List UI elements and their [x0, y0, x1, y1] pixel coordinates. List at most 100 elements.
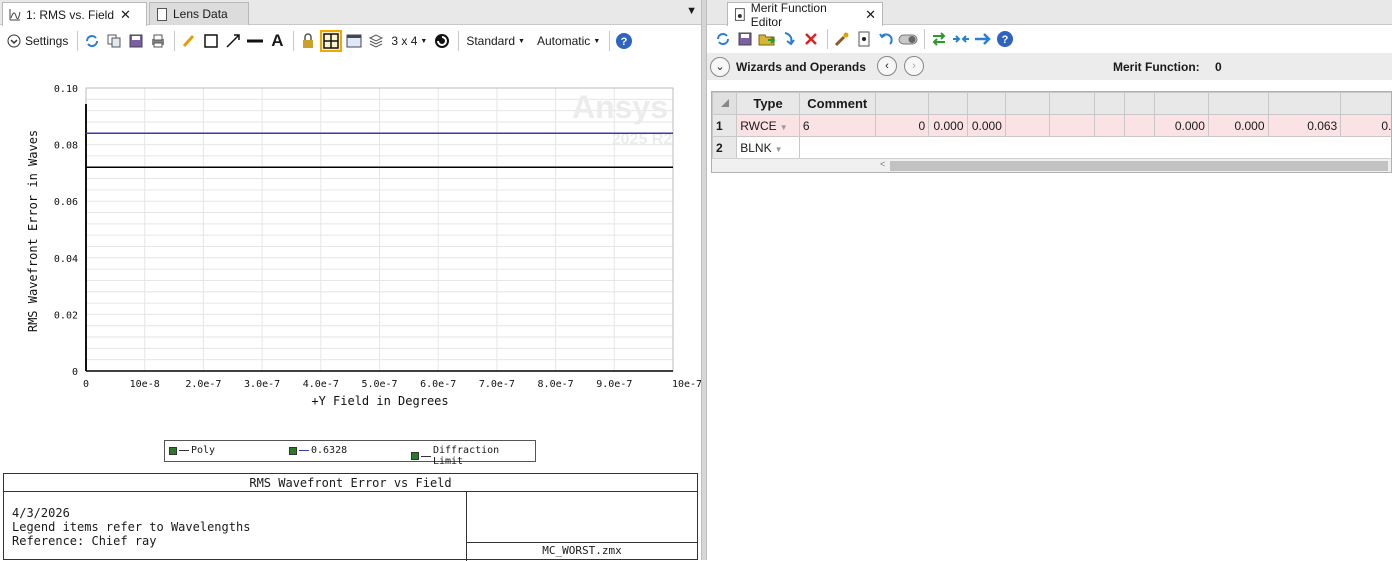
line-button[interactable] — [245, 30, 265, 52]
scrollbar-thumb[interactable] — [890, 161, 1388, 171]
param-cell[interactable] — [1005, 115, 1049, 137]
column-header[interactable] — [1094, 93, 1124, 115]
layers-button[interactable] — [366, 30, 386, 52]
column-header[interactable] — [1155, 93, 1209, 115]
insert-button[interactable] — [779, 28, 799, 50]
marker-button[interactable] — [854, 28, 874, 50]
close-icon[interactable]: ✕ — [120, 7, 131, 23]
param-cell[interactable] — [1050, 115, 1094, 137]
comment-cell[interactable]: 6 — [799, 115, 875, 137]
chevron-down-icon[interactable]: ▼ — [686, 5, 697, 17]
right-tab-bar: Merit Function Editor ✕ — [707, 0, 1392, 25]
column-header[interactable] — [1268, 93, 1341, 115]
layout-dropdown[interactable]: 3 x 4▼ — [388, 30, 430, 52]
caret-down-icon[interactable]: ▼ — [780, 123, 788, 132]
column-header[interactable] — [1050, 93, 1094, 115]
tab-lens-data[interactable]: Lens Data — [149, 2, 249, 25]
row-number[interactable]: 2 — [713, 137, 737, 159]
save-button[interactable] — [735, 28, 755, 50]
style-label: Standard — [466, 34, 515, 48]
tab-merit-function-editor[interactable]: Merit Function Editor ✕ — [727, 2, 883, 26]
param-cell[interactable] — [1094, 115, 1124, 137]
collapse-button[interactable] — [951, 28, 971, 50]
merit-function-label: Merit Function: — [1113, 60, 1200, 74]
close-icon[interactable]: ✕ — [865, 7, 876, 23]
next-page-button[interactable]: › — [904, 56, 924, 76]
legend-swatch — [179, 450, 189, 451]
contrib-cell[interactable]: 0.0 — [1341, 115, 1392, 137]
row-number[interactable]: 1 — [713, 115, 737, 137]
weight-cell[interactable]: 0.000 — [1208, 115, 1268, 137]
lock-icon — [301, 33, 315, 49]
chevron-left-icon[interactable]: < — [880, 159, 885, 169]
tab-rms-vs-field[interactable]: 1: RMS vs. Field ✕ — [2, 2, 147, 26]
save-button[interactable] — [126, 30, 146, 52]
legend-checkbox-icon[interactable] — [411, 452, 419, 460]
open-button[interactable] — [757, 28, 777, 50]
column-header[interactable] — [967, 93, 1005, 115]
param-cell[interactable]: 0.000 — [967, 115, 1005, 137]
legend-checkbox-icon[interactable] — [169, 447, 177, 455]
swap-icon — [931, 31, 947, 47]
x-tick-label: 9.0e-7 — [596, 379, 632, 390]
wizard-tool-button[interactable] — [832, 28, 852, 50]
scale-dropdown[interactable]: Automatic▼ — [534, 30, 603, 52]
undo-button[interactable] — [876, 28, 896, 50]
column-header-type[interactable]: Type — [737, 93, 800, 115]
param-cell[interactable] — [1125, 115, 1155, 137]
legend-label: Diffraction Limit — [433, 445, 535, 467]
print-button[interactable] — [148, 30, 168, 52]
column-header[interactable] — [1341, 93, 1392, 115]
wizard-expand-button[interactable]: ⌄ — [710, 57, 730, 77]
column-header[interactable] — [1005, 93, 1049, 115]
value-cell[interactable]: 0.063 — [1268, 115, 1341, 137]
help-icon: ? — [615, 32, 633, 50]
pencil-button[interactable] — [179, 30, 199, 52]
type-cell[interactable]: RWCE▼ — [737, 115, 800, 137]
style-dropdown[interactable]: Standard▼ — [463, 30, 528, 52]
column-header[interactable] — [1125, 93, 1155, 115]
corner-cell[interactable] — [713, 93, 737, 115]
settings-button[interactable]: Settings — [4, 30, 71, 52]
tab-label: Lens Data — [173, 7, 228, 21]
toggle-icon — [898, 31, 918, 47]
text-button[interactable]: A — [267, 30, 287, 52]
help-button[interactable]: ? — [614, 30, 634, 52]
chart-tick-labels: 010e-82.0e-73.0e-74.0e-75.0e-76.0e-77.0e… — [54, 84, 701, 390]
column-header[interactable] — [875, 93, 929, 115]
copy-button[interactable] — [104, 30, 124, 52]
timer-button[interactable] — [432, 30, 452, 52]
refresh-button[interactable] — [82, 30, 102, 52]
legend-checkbox-icon[interactable] — [289, 447, 297, 455]
lock-button[interactable] — [298, 30, 318, 52]
horizontal-scrollbar[interactable]: < — [712, 158, 1392, 172]
legend-label: 0.6328 — [311, 445, 347, 456]
table-row[interactable]: 1 RWCE▼ 6 0 0.000 0.000 0.000 0.000 0.06… — [713, 115, 1392, 137]
swap-button[interactable] — [929, 28, 949, 50]
param-cell[interactable]: 0 — [875, 115, 929, 137]
param-cell[interactable]: 0.000 — [929, 115, 967, 137]
undo-icon — [878, 31, 894, 47]
x-tick-label: 10e-7 — [672, 379, 701, 390]
arrow-button[interactable] — [223, 30, 243, 52]
toggle-button[interactable] — [898, 28, 918, 50]
target-cell[interactable]: 0.000 — [1155, 115, 1209, 137]
y-tick-label: 0 — [72, 367, 78, 378]
info-title: RMS Wavefront Error vs Field — [4, 474, 697, 492]
type-cell[interactable]: BLNK▼ — [737, 137, 800, 159]
delete-button[interactable] — [801, 28, 821, 50]
column-header-comment[interactable]: Comment — [799, 93, 875, 115]
caret-down-icon[interactable]: ▼ — [775, 145, 783, 154]
table-row[interactable]: 2 BLNK▼ — [713, 137, 1392, 159]
help-button[interactable]: ? — [995, 28, 1015, 50]
empty-cells[interactable] — [799, 137, 1392, 159]
refresh-button[interactable] — [713, 28, 733, 50]
rectangle-button[interactable] — [201, 30, 221, 52]
next-button[interactable] — [973, 28, 993, 50]
column-header[interactable] — [929, 93, 967, 115]
scale-label: Automatic — [537, 34, 590, 48]
column-header[interactable] — [1208, 93, 1268, 115]
window-button[interactable] — [344, 30, 364, 52]
grid-button[interactable] — [320, 30, 342, 52]
prev-button[interactable]: ‹ — [877, 56, 897, 76]
